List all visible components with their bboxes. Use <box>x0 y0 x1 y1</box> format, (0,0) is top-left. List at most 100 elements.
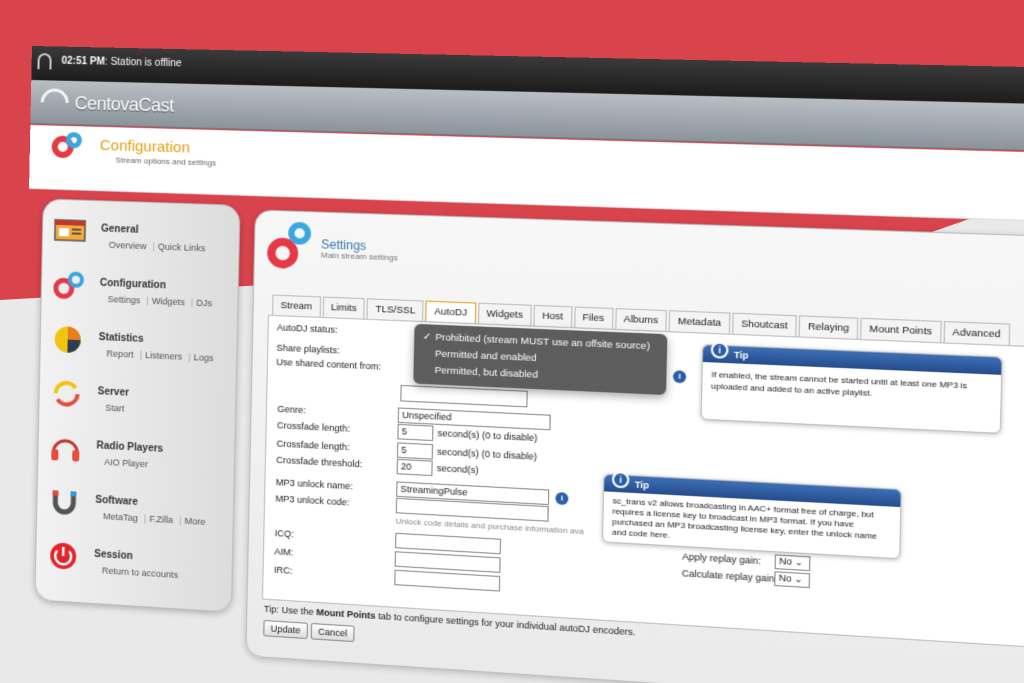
link-fzilla[interactable]: F.Zilla <box>149 514 173 525</box>
sidebar: General Overview | Quick Links Configurati… <box>34 198 241 613</box>
tooltip-title: Tip <box>733 349 749 361</box>
power-icon <box>49 540 77 570</box>
gear-blue-icon <box>288 221 312 245</box>
page-subtitle: Stream options and settings <box>115 155 217 168</box>
bottom-tip-prefix: Tip: Use the <box>263 603 317 618</box>
tooltip-title: Tip <box>634 479 650 491</box>
sidebar-title-configuration: Configuration <box>99 277 167 292</box>
apply-replay-gain-label: Apply replay gain: <box>682 551 762 567</box>
panel-subtitle: Main stream settings <box>320 250 398 263</box>
link-return-to-accounts[interactable]: Return to accounts <box>102 565 178 580</box>
apply-replay-gain-value: No <box>779 555 793 567</box>
sidebar-item-statistics[interactable]: Statistics Report | Listeners | Logs <box>48 316 231 376</box>
chevron-down-icon: ⌄ <box>794 573 803 585</box>
tab-albums[interactable]: Albums <box>614 308 668 332</box>
icq-input[interactable] <box>395 532 502 555</box>
link-metatag[interactable]: MetaTag <box>103 511 138 523</box>
tab-metadata[interactable]: Metadata <box>668 310 731 334</box>
sidebar-title-software: Software <box>95 494 138 509</box>
share-playlists-label: Share playlists: <box>276 342 340 356</box>
link-start[interactable]: Start <box>105 403 124 414</box>
gear-blue-icon <box>65 131 83 149</box>
info-icon[interactable]: i <box>672 370 687 384</box>
crossfade-threshold-label: Crossfade threshold: <box>276 454 363 470</box>
crossfade-length-label-2: Crossfade length: <box>276 438 350 453</box>
update-button[interactable]: Update <box>263 619 308 640</box>
crossfade-unit-1: second(s) (0 to disable) <box>437 427 538 444</box>
brand-logo[interactable]: CentovaCast <box>74 93 174 117</box>
crossfade-threshold-unit: second(s) <box>436 462 479 476</box>
refresh-icon <box>49 378 84 410</box>
link-overview[interactable]: Overview <box>109 240 147 251</box>
headphones-icon <box>48 432 83 462</box>
tooltip-autodj-status: i Tip If enabled, the stream cannot be st… <box>700 341 1003 434</box>
calculate-replay-gain-label: Calculate replay gain: <box>681 567 778 585</box>
cancel-button[interactable]: Cancel <box>310 622 355 643</box>
autodj-status-dropdown[interactable]: ✓ Prohibited (stream MUST use an offsite … <box>413 323 668 396</box>
sidebar-title-statistics: Statistics <box>98 331 144 345</box>
tab-relaying[interactable]: Relaying <box>798 315 859 339</box>
crossfade-threshold-input[interactable]: 20 <box>396 458 433 477</box>
genre-label: Genre: <box>277 403 306 416</box>
crossfade-length-label-1: Crossfade length: <box>276 420 351 434</box>
tab-shoutcast[interactable]: Shoutcast <box>731 312 797 337</box>
info-icon: i <box>611 470 630 489</box>
sidebar-title-general: General <box>100 223 139 236</box>
sidebar-title-radio-players: Radio Players <box>96 440 164 455</box>
crossfade-length-input-2[interactable]: 5 <box>396 442 434 460</box>
sidebar-item-configuration[interactable]: Configuration Settings | Widgets | DJs <box>49 262 232 322</box>
link-more[interactable]: More <box>184 516 205 527</box>
link-logs[interactable]: Logs <box>194 352 214 363</box>
sidebar-item-radio-players[interactable]: Radio Players AIO Player <box>46 424 229 486</box>
gears-icon <box>53 270 87 299</box>
page-title: Configuration <box>99 136 191 157</box>
tab-advanced[interactable]: Advanced <box>943 321 1011 346</box>
sidebar-item-software[interactable]: Software MetaTag | F.Zilla | More <box>45 478 228 541</box>
tab-limits[interactable]: Limits <box>322 296 366 319</box>
link-listeners[interactable]: Listeners <box>145 350 182 362</box>
sidebar-item-general[interactable]: General Overview | Quick Links <box>50 208 233 267</box>
link-settings[interactable]: Settings <box>108 294 141 305</box>
info-icon[interactable]: i <box>555 491 569 506</box>
tab-widgets[interactable]: Widgets <box>477 302 532 326</box>
shared-content-select[interactable] <box>400 384 528 408</box>
calculate-replay-gain-select[interactable]: No ⌄ <box>774 571 811 589</box>
mp3-unlock-code-label: MP3 unlock code: <box>275 493 350 508</box>
shared-content-label: Use shared content from: <box>276 356 382 372</box>
app-window: 02:51 PM: Station is offline CentovaCast… <box>20 46 1024 683</box>
info-icon: i <box>710 341 729 359</box>
headset-icon <box>37 53 52 70</box>
tab-autodj[interactable]: AutoDJ <box>425 300 476 324</box>
calculate-replay-gain-value: No <box>778 572 792 584</box>
crossfade-length-input-1[interactable]: 5 <box>397 423 434 442</box>
aim-input[interactable] <box>394 551 501 573</box>
sidebar-item-server[interactable]: Server Start <box>47 370 230 431</box>
link-widgets[interactable]: Widgets <box>152 296 185 307</box>
mp3-unlock-name-label: MP3 unlock name: <box>275 477 354 492</box>
autodj-status-label: AutoDJ status: <box>276 322 338 335</box>
link-report[interactable]: Report <box>106 348 133 359</box>
icq-label: ICQ: <box>274 527 294 540</box>
status-text: : Station is offline <box>104 56 182 70</box>
status-time: 02:51 PM <box>61 55 106 68</box>
apply-replay-gain-select[interactable]: No ⌄ <box>774 554 811 572</box>
tab-files[interactable]: Files <box>573 306 614 329</box>
unlock-code-note[interactable]: Unlock code details and purchase informa… <box>396 516 584 536</box>
checkmark-icon: ✓ <box>422 331 432 344</box>
link-quick-links[interactable]: Quick Links <box>158 242 205 254</box>
settings-panel: Settings Main stream settings Stream Lim… <box>245 209 1024 683</box>
irc-input[interactable] <box>394 569 501 592</box>
tooltip-mp3-unlock: i Tip sc_trans v2 allows broadcasting in … <box>601 470 902 560</box>
crossfade-unit-2: second(s) (0 to disable) <box>437 446 538 462</box>
pie-chart-icon <box>54 326 81 354</box>
autodj-form: AutoDJ status: Share playlists: Use shar… <box>261 314 1024 652</box>
sidebar-item-session[interactable]: Session Return to accounts <box>44 532 227 595</box>
link-aio-player[interactable]: AIO Player <box>104 457 148 469</box>
tab-stream[interactable]: Stream <box>272 294 321 317</box>
sidebar-title-server: Server <box>97 386 130 399</box>
tab-host[interactable]: Host <box>533 304 572 328</box>
tab-tls-ssl[interactable]: TLS/SSL <box>366 298 424 322</box>
mount-points-link: Mount Points <box>316 606 376 621</box>
aim-label: AIM: <box>274 546 294 558</box>
link-djs[interactable]: DJs <box>196 298 212 309</box>
